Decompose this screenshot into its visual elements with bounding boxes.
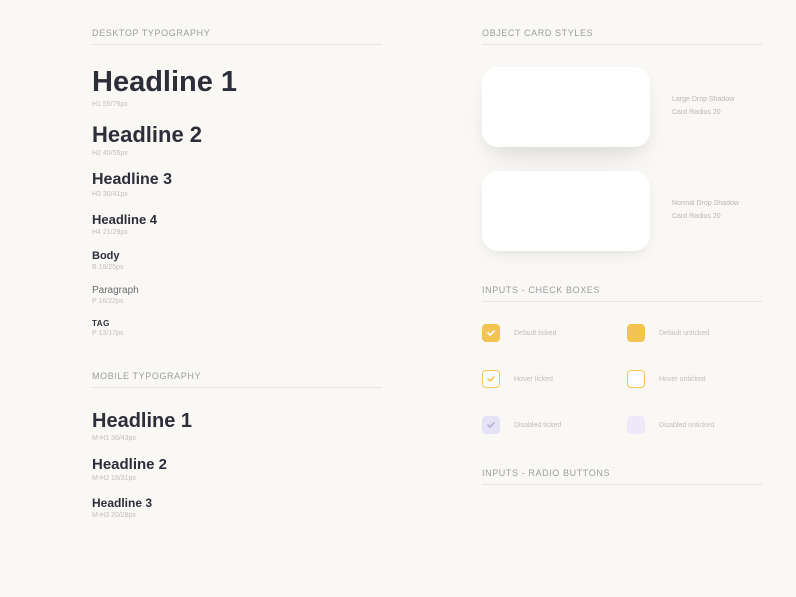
card-row-large: Large Drop Shadow Card Radius 20 xyxy=(482,67,762,147)
checkbox-icon xyxy=(627,324,645,342)
type-item-mh3: Headline 3 M-H3 20/28px xyxy=(92,496,382,519)
card-label: Large Drop Shadow Card Radius 20 xyxy=(672,94,734,119)
type-spec: M-H1 36/43px xyxy=(92,435,382,442)
mobile-headline-1: Headline 1 xyxy=(92,410,382,433)
tag-text: TAG xyxy=(92,319,382,328)
object-card-styles-section: OBJECT CARD STYLES Large Drop Shadow Car… xyxy=(482,28,762,251)
checkbox-icon xyxy=(482,416,500,434)
type-spec: P 16/22px xyxy=(92,298,382,305)
section-title: INPUTS - CHECK BOXES xyxy=(482,285,762,302)
type-item-body: Body B 18/25px xyxy=(92,250,382,271)
type-item-paragraph: Paragraph P 16/22px xyxy=(92,285,382,305)
checkbox-label: Disabled ticked xyxy=(514,422,561,429)
checkbox-disabled-unticked: Disabled unticked xyxy=(627,416,762,434)
checkbox-label: Disabled unticked xyxy=(659,422,714,429)
headline-1: Headline 1 xyxy=(92,67,382,99)
paragraph-text: Paragraph xyxy=(92,285,382,296)
type-spec: M-H3 20/28px xyxy=(92,512,382,519)
card-label-line: Card Radius 20 xyxy=(672,211,739,224)
card-row-normal: Normal Drop Shadow Card Radius 20 xyxy=(482,171,762,251)
card-large-shadow xyxy=(482,67,650,147)
checkbox-hover-ticked[interactable]: Hover ticked xyxy=(482,370,617,388)
checkbox-icon xyxy=(627,370,645,388)
headline-3: Headline 3 xyxy=(92,171,382,189)
checkbox-icon xyxy=(482,324,500,342)
checkbox-disabled-ticked: Disabled ticked xyxy=(482,416,617,434)
section-title: INPUTS - RADIO BUTTONS xyxy=(482,468,762,485)
checkbox-default-ticked[interactable]: Default ticked xyxy=(482,324,617,342)
type-item-mh1: Headline 1 M-H1 36/43px xyxy=(92,410,382,442)
type-spec: B 18/25px xyxy=(92,264,382,271)
type-spec: M-H2 18/31px xyxy=(92,475,382,482)
checkbox-grid: Default ticked Default unticked Hover ti… xyxy=(482,324,762,434)
card-normal-shadow xyxy=(482,171,650,251)
headline-4: Headline 4 xyxy=(92,212,382,227)
checkbox-label: Hover ticked xyxy=(514,376,553,383)
checkbox-default-unticked[interactable]: Default unticked xyxy=(627,324,762,342)
type-item-h1: Headline 1 H1 55/75px xyxy=(92,67,382,108)
card-label-line: Normal Drop Shadow xyxy=(672,198,739,211)
type-spec: H3 30/41px xyxy=(92,191,382,198)
checkbox-label: Default ticked xyxy=(514,330,556,337)
type-item-mh2: Headline 2 M-H2 18/31px xyxy=(92,456,382,482)
section-title: MOBILE TYPOGRAPHY xyxy=(92,371,382,388)
checkbox-hover-unticked[interactable]: Hover unticked xyxy=(627,370,762,388)
components-column: OBJECT CARD STYLES Large Drop Shadow Car… xyxy=(482,28,762,553)
card-label-line: Large Drop Shadow xyxy=(672,94,734,107)
type-spec: H4 21/29px xyxy=(92,229,382,236)
section-title: DESKTOP TYPOGRAPHY xyxy=(92,28,382,45)
typography-column: DESKTOP TYPOGRAPHY Headline 1 H1 55/75px… xyxy=(92,28,382,553)
headline-2: Headline 2 xyxy=(92,122,382,148)
checkboxes-section: INPUTS - CHECK BOXES Default ticked Defa… xyxy=(482,285,762,434)
body-text: Body xyxy=(92,250,382,262)
type-spec: P 13/17px xyxy=(92,330,382,337)
mobile-headline-2: Headline 2 xyxy=(92,456,382,473)
radio-buttons-section: INPUTS - RADIO BUTTONS xyxy=(482,468,762,485)
mobile-typography-section: MOBILE TYPOGRAPHY Headline 1 M-H1 36/43p… xyxy=(92,371,382,519)
mobile-headline-3: Headline 3 xyxy=(92,496,382,510)
checkbox-icon xyxy=(482,370,500,388)
checkbox-label: Hover unticked xyxy=(659,376,706,383)
type-item-tag: TAG P 13/17px xyxy=(92,319,382,337)
card-label-line: Card Radius 20 xyxy=(672,107,734,120)
section-title: OBJECT CARD STYLES xyxy=(482,28,762,45)
checkbox-label: Default unticked xyxy=(659,330,709,337)
type-item-h2: Headline 2 H2 40/55px xyxy=(92,122,382,157)
type-spec: H2 40/55px xyxy=(92,150,382,157)
card-label: Normal Drop Shadow Card Radius 20 xyxy=(672,198,739,223)
type-spec: H1 55/75px xyxy=(92,101,382,108)
desktop-typography-section: DESKTOP TYPOGRAPHY Headline 1 H1 55/75px… xyxy=(92,28,382,337)
type-item-h4: Headline 4 H4 21/29px xyxy=(92,212,382,236)
checkbox-icon xyxy=(627,416,645,434)
type-item-h3: Headline 3 H3 30/41px xyxy=(92,171,382,198)
